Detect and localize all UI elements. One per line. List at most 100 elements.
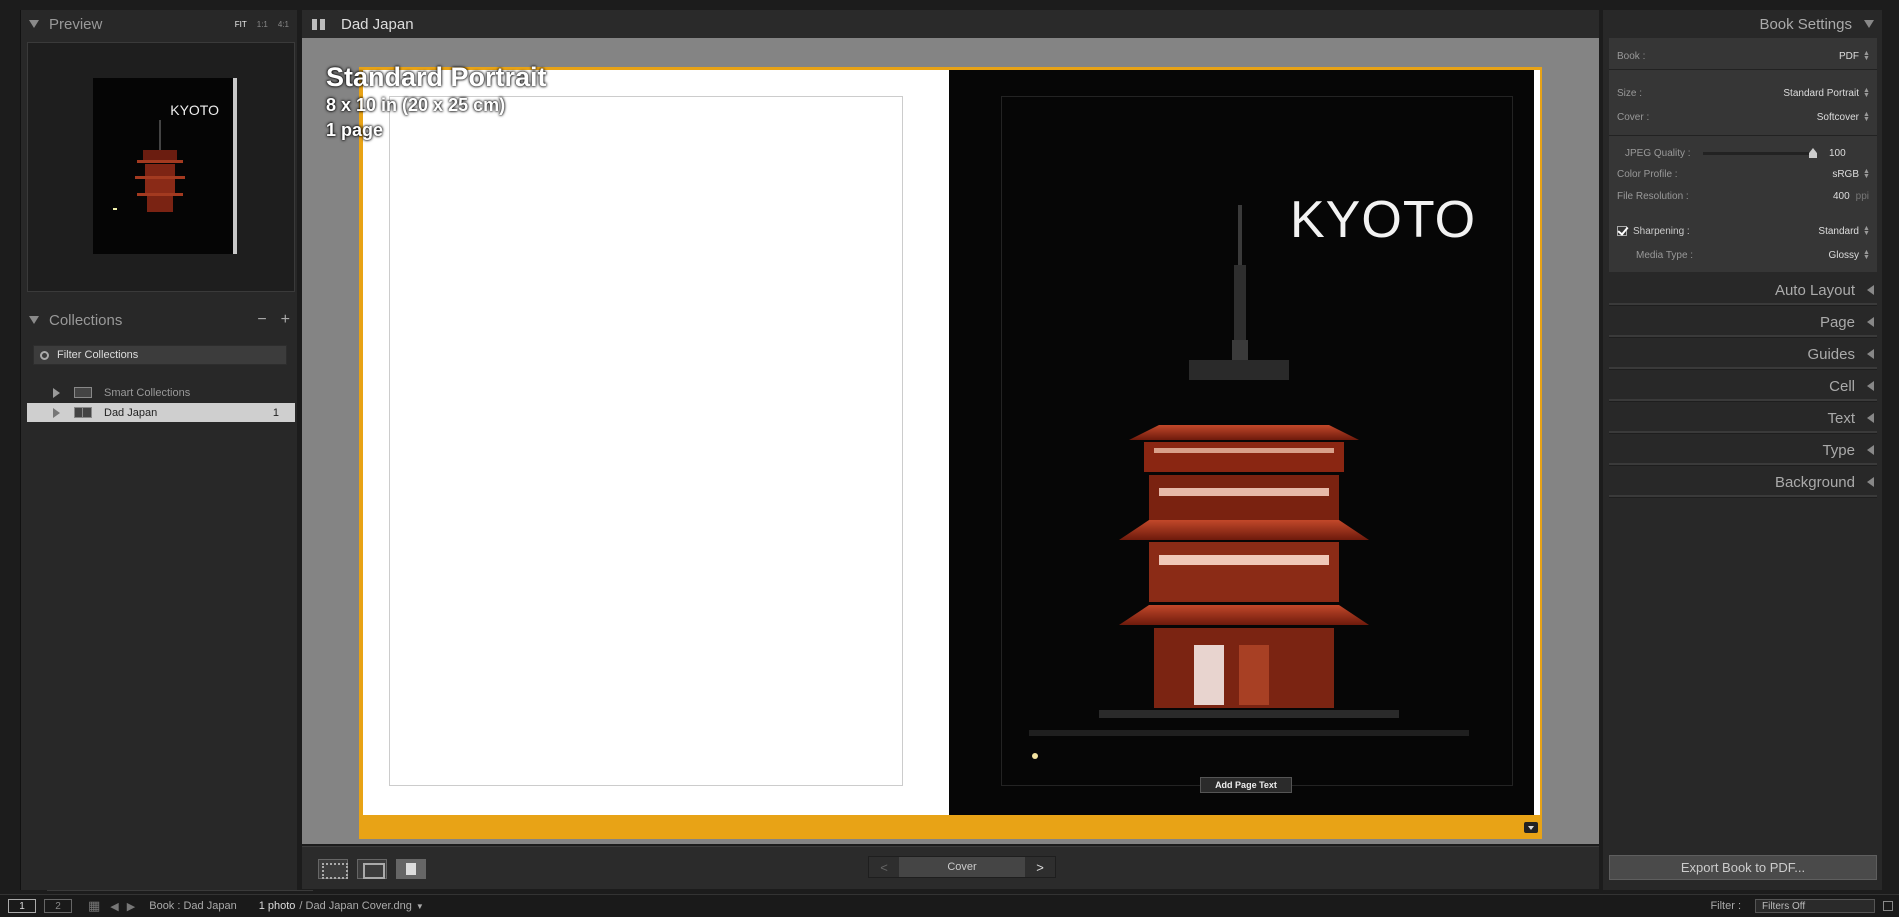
sharpening-checkbox[interactable] — [1617, 226, 1627, 236]
book-settings-header[interactable]: Book Settings — [1603, 10, 1882, 38]
expand-triangle-icon[interactable] — [1867, 413, 1874, 423]
setting-label: Size : — [1617, 87, 1643, 99]
collections-title: Collections — [49, 311, 123, 329]
photo-count: 1 photo — [258, 900, 296, 912]
zoom-4-1[interactable]: 4:1 — [278, 20, 289, 29]
spread-view-button[interactable] — [357, 859, 387, 879]
expand-triangle-icon[interactable] — [1867, 349, 1874, 359]
add-collection-button[interactable]: + — [281, 311, 290, 329]
jpeg-quality-value[interactable]: 100 — [1829, 148, 1846, 159]
select-arrows-icon: ▲ ▼ — [1863, 87, 1870, 99]
preview-title: Preview — [49, 15, 103, 33]
collections-panel-header[interactable]: Collections − + — [21, 306, 298, 334]
back-arrow-icon[interactable]: ◀ — [110, 900, 118, 913]
collapse-triangle-icon[interactable] — [29, 316, 39, 324]
select-arrows-icon: ▲ ▼ — [1863, 249, 1870, 261]
expand-triangle-icon[interactable] — [1867, 317, 1874, 327]
next-page-button[interactable]: > — [1025, 857, 1055, 877]
collection-count: 1 — [272, 406, 279, 419]
media-type-select[interactable]: Glossy — [1828, 250, 1859, 261]
section-background[interactable]: Background — [1603, 468, 1882, 496]
setting-color-profile[interactable]: Color Profile : sRGB ▲ ▼ — [1617, 165, 1870, 183]
expand-triangle-icon[interactable] — [53, 387, 60, 398]
add-page-text-button[interactable]: Add Page Text — [1200, 777, 1292, 793]
section-cell[interactable]: Cell — [1603, 372, 1882, 400]
select-arrows-icon: ▲ ▼ — [1863, 50, 1870, 62]
expand-triangle-icon[interactable] — [1867, 445, 1874, 455]
collapse-triangle-icon[interactable] — [29, 20, 39, 28]
monitor-1-button[interactable]: 1 — [8, 899, 36, 913]
book-title-header: Dad Japan — [341, 15, 414, 33]
single-page-view-button[interactable] — [396, 859, 426, 879]
setting-book[interactable]: Book : PDF ▲ ▼ — [1617, 47, 1870, 65]
filter-collections-input[interactable]: Filter Collections — [33, 345, 287, 365]
setting-label: Cover : — [1617, 111, 1650, 123]
file-name[interactable]: / Dad Japan Cover.dng — [299, 900, 412, 912]
smart-collection-set-icon — [74, 387, 92, 398]
jpeg-quality-slider[interactable] — [1703, 152, 1817, 155]
cover-title-text[interactable]: KYOTO — [1290, 190, 1476, 250]
divider — [1609, 69, 1877, 70]
collapse-triangle-icon[interactable] — [1864, 20, 1874, 28]
expand-triangle-icon[interactable] — [1867, 381, 1874, 391]
divider — [1609, 303, 1877, 306]
export-book-button[interactable]: Export Book to PDF... — [1609, 855, 1877, 880]
expand-triangle-icon[interactable] — [1867, 285, 1874, 295]
divider — [1609, 495, 1877, 498]
collection-item-dad-japan[interactable]: Dad Japan 1 — [27, 403, 295, 422]
section-auto-layout[interactable]: Auto Layout — [1603, 276, 1882, 304]
back-cover-photo-cell[interactable] — [389, 96, 903, 786]
setting-sharpening[interactable]: Sharpening : Standard ▲ ▼ — [1617, 222, 1870, 240]
divider — [47, 890, 313, 891]
section-type[interactable]: Type — [1603, 436, 1882, 464]
spread-options-menu-button[interactable] — [1524, 822, 1538, 833]
color-profile-select[interactable]: sRGB — [1832, 169, 1859, 180]
previous-page-button[interactable]: < — [869, 857, 899, 877]
book-settings-title: Book Settings — [1759, 15, 1852, 33]
zoom-1-1[interactable]: 1:1 — [257, 20, 268, 29]
filter-select[interactable]: Filters Off — [1755, 899, 1875, 913]
setting-size[interactable]: Size : Standard Portrait ▲ ▼ — [1617, 84, 1870, 102]
center-header: Dad Japan — [302, 10, 1599, 38]
setting-label: Color Profile : — [1617, 168, 1678, 180]
setting-label: Media Type : — [1636, 249, 1694, 261]
size-select[interactable]: Standard Portrait — [1783, 88, 1859, 99]
zoom-fit[interactable]: FIT — [235, 20, 247, 29]
forward-arrow-icon[interactable]: ▶ — [127, 900, 135, 913]
book-type-select[interactable]: PDF — [1839, 51, 1859, 62]
divider — [1609, 135, 1877, 136]
cover-select[interactable]: Softcover — [1817, 112, 1859, 123]
setting-cover[interactable]: Cover : Softcover ▲ ▼ — [1617, 108, 1870, 126]
book-info-overlay: Standard Portrait 8 x 10 in (20 x 25 cm)… — [326, 62, 547, 141]
select-arrows-icon: ▲ ▼ — [1863, 111, 1870, 123]
remove-collection-button[interactable]: − — [257, 311, 266, 329]
filmstrip-toggle-icon[interactable] — [1883, 901, 1893, 911]
expand-triangle-icon[interactable] — [53, 407, 60, 418]
section-page[interactable]: Page — [1603, 308, 1882, 336]
source-label[interactable]: Book : Dad Japan — [149, 900, 236, 912]
book-dimensions: 8 x 10 in (20 x 25 cm) — [326, 95, 506, 115]
preview-panel-header[interactable]: Preview FIT 1:1 4:1 — [21, 10, 297, 38]
setting-label: JPEG Quality : — [1625, 147, 1691, 159]
preview-cover-title: KYOTO — [170, 102, 219, 118]
section-title: Auto Layout — [1774, 281, 1855, 299]
file-resolution-input[interactable]: 400 — [1833, 191, 1850, 202]
preview-thumbnail[interactable]: KYOTO — [93, 78, 237, 254]
sharpening-select[interactable]: Standard — [1818, 226, 1859, 237]
divider — [1609, 367, 1877, 370]
preview-navigator[interactable]: KYOTO — [27, 42, 295, 292]
chevron-down-icon[interactable]: ▼ — [416, 902, 424, 911]
collection-item-smart-collections[interactable]: Smart Collections — [27, 383, 295, 402]
expand-triangle-icon[interactable] — [1867, 477, 1874, 487]
book-size-title: Standard Portrait — [326, 62, 547, 92]
monitor-2-button[interactable]: 2 — [44, 899, 72, 913]
book-collection-icon — [74, 407, 92, 418]
setting-media-type[interactable]: Media Type : Glossy ▲ ▼ — [1617, 246, 1870, 264]
section-title: Type — [1822, 441, 1855, 459]
section-text[interactable]: Text — [1603, 404, 1882, 432]
grid-view-icon[interactable]: ▦ — [88, 898, 100, 914]
section-guides[interactable]: Guides — [1603, 340, 1882, 368]
multi-page-view-button[interactable] — [318, 859, 348, 879]
select-arrows-icon: ▲ ▼ — [1863, 225, 1870, 237]
setting-label: File Resolution : — [1617, 190, 1689, 202]
